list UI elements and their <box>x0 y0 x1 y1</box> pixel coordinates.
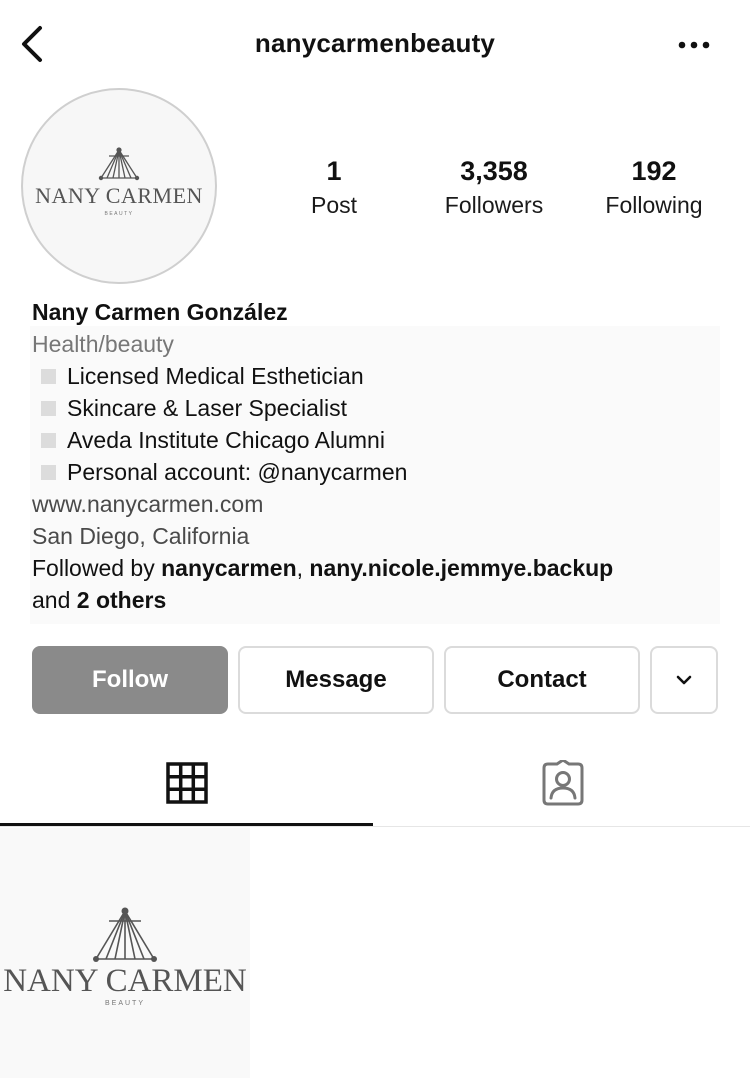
more-options-button[interactable] <box>672 30 716 60</box>
contact-button[interactable]: Contact <box>444 646 640 714</box>
bio-website-link[interactable]: www.nanycarmen.com <box>32 488 722 520</box>
followed-by-user-1[interactable]: nanycarmen <box>161 555 297 581</box>
followed-by-user-2[interactable]: nany.nicole.jemmye.backup <box>309 555 613 581</box>
bio-line-text: Aveda Institute Chicago Alumni <box>67 427 385 453</box>
bio-line: Personal account: @nanycarmen <box>32 456 722 488</box>
grid-icon <box>165 762 208 804</box>
brand-logo-icon: NANY CARMEN BEAUTY <box>3 907 247 1007</box>
profile-avatar[interactable]: NANY CARMEN BEAUTY <box>21 88 217 284</box>
bullet-square-icon <box>41 368 56 384</box>
stat-posts-label: Post <box>310 192 358 218</box>
bio-line-text: Personal account: @nanycarmen <box>67 459 408 485</box>
profile-tabs <box>0 740 750 827</box>
bullet-square-icon <box>41 432 56 448</box>
more-horizontal-icon <box>678 41 710 49</box>
stat-followers-label: Followers <box>444 192 544 218</box>
post-logo-sub: BEAUTY <box>105 1000 145 1007</box>
post-logo-brand: NANY CARMEN <box>3 963 247 999</box>
message-button[interactable]: Message <box>238 646 434 714</box>
followed-by-prefix: Followed by <box>32 555 162 581</box>
tabs-divider <box>0 826 750 827</box>
followed-by-others[interactable]: 2 others <box>77 587 166 613</box>
stat-followers-count: 3,358 <box>460 156 528 186</box>
bio-line: Licensed Medical Esthetician <box>32 360 722 392</box>
top-bar: nanycarmenbeauty <box>0 0 750 90</box>
profile-bio: Nany Carmen González Health/beauty Licen… <box>32 296 722 616</box>
stat-following-label: Following <box>605 192 703 218</box>
bio-line: Aveda Institute Chicago Alumni <box>32 424 722 456</box>
bio-line: Skincare & Laser Specialist <box>32 392 722 424</box>
suggested-accounts-button[interactable] <box>650 646 718 714</box>
profile-username: nanycarmenbeauty <box>254 28 496 58</box>
post-thumbnail[interactable]: NANY CARMEN BEAUTY <box>0 828 250 1078</box>
bio-followed-by[interactable]: Followed by nanycarmen, nany.nicole.jemm… <box>32 552 722 616</box>
tab-tagged[interactable] <box>375 740 750 826</box>
chevron-down-icon <box>676 675 692 685</box>
brand-logo-icon: NANY CARMEN BEAUTY <box>35 147 203 217</box>
stat-following-count: 192 <box>631 156 677 186</box>
bio-category: Health/beauty <box>32 331 174 357</box>
follow-button[interactable]: Follow <box>32 646 228 714</box>
bio-location: San Diego, California <box>32 523 250 549</box>
stat-posts[interactable]: 1 Post <box>254 154 414 222</box>
tagged-person-icon <box>542 760 583 806</box>
followed-by-and: and <box>32 587 77 613</box>
avatar-logo-brand: NANY CARMEN <box>35 183 203 208</box>
stat-followers[interactable]: 3,358 Followers <box>414 154 574 222</box>
followed-by-separator: , <box>296 555 310 581</box>
bio-full-name: Nany Carmen González <box>32 299 288 325</box>
stat-following[interactable]: 192 Following <box>574 154 734 222</box>
bullet-square-icon <box>41 464 56 480</box>
avatar-logo-sub: BEAUTY <box>104 211 133 217</box>
bio-line-text: Licensed Medical Esthetician <box>67 363 364 389</box>
bio-line-text: Skincare & Laser Specialist <box>67 395 347 421</box>
bullet-square-icon <box>41 400 56 416</box>
tab-posts-grid[interactable] <box>0 740 373 826</box>
stat-posts-count: 1 <box>326 156 342 186</box>
